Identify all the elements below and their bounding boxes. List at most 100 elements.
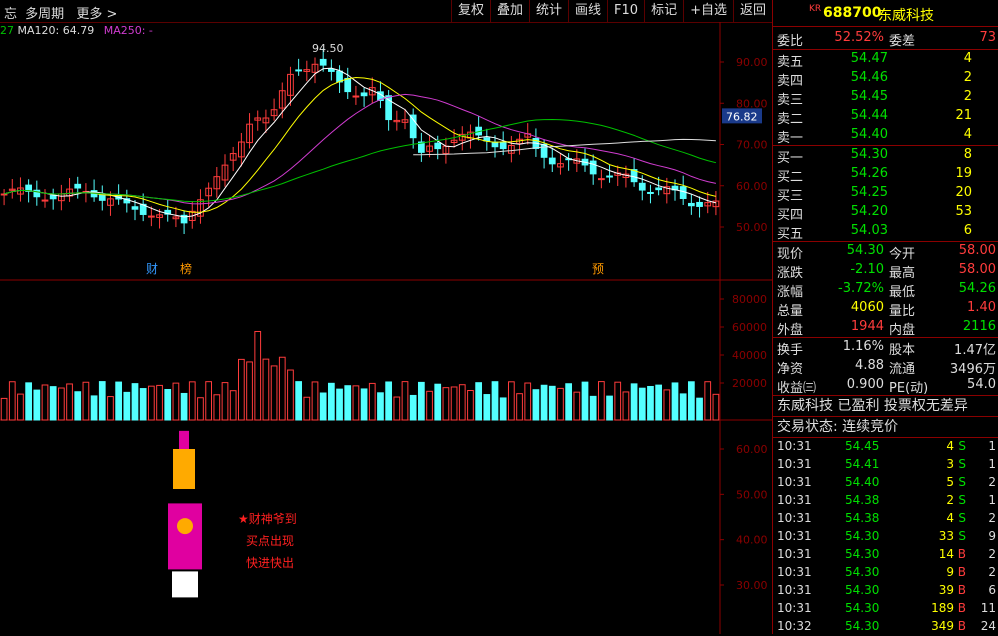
annotation-line-1: ★财神爷到 [238,512,297,526]
volume-bar [98,381,106,421]
candle-body [409,114,417,139]
multi-period-button[interactable]: 多周期 [25,7,64,22]
bid-row[interactable]: 买二 54.26 19 [773,165,998,185]
bid-row[interactable]: 买四 54.20 53 [773,203,998,223]
kline-chart-svg[interactable]: 90.00 80.00 70.00 60.00 50.00 76.82 80000 60000… [0,22,772,634]
stock-title: KR 688700 东威科技 [773,0,998,27]
tick-time: 10:31 [777,511,812,525]
volume-bar [41,384,49,421]
mark-button[interactable]: 标记 [644,0,683,22]
volume-bar [679,393,687,421]
tick-count: 2 [988,565,996,579]
toolbar-left: 忘 多周期 更多 > [4,3,125,22]
tick-list[interactable]: 10:31 54.45 4 S 1 10:31 54.41 3 S 1 10:31 54.40 5 S 2 1… [773,438,998,636]
volume-bar [180,392,188,421]
bid-row[interactable]: 买一 54.30 8 [773,146,998,166]
ask-row[interactable]: 卖一 54.40 4 [773,126,998,146]
price-tick-label: 60.00 [736,180,768,193]
tick-volume: 39 [938,583,954,597]
peak-price-label: 94.50 [312,42,344,55]
quote-value: 58.00 [958,262,996,277]
volume-bar [614,381,622,421]
statistics-button[interactable]: 统计 [529,0,568,22]
toolbar-stub[interactable]: 忘 [4,7,17,22]
tick-volume: 33 [938,529,954,543]
bid-row[interactable]: 买三 54.25 20 [773,184,998,204]
tick-count: 2 [988,547,996,561]
add-watchlist-button[interactable]: +自选 [683,0,733,22]
volume-bar [638,387,646,421]
fundamental-value: 54.0 [967,377,996,392]
price-tick-label: 80.00 [736,97,768,110]
ask-row[interactable]: 卖五 54.47 4 [773,50,998,70]
quote-value: 4060 [850,300,884,315]
more-button[interactable]: 更多 > [76,7,117,22]
volume-bar [704,381,712,421]
bid-book: 买一 54.30 8 买二 54.26 19 买三 54.25 20 买四 54.20 53 买五 54.… [773,146,998,242]
kline-chart-area[interactable]: 90.00 80.00 70.00 60.00 50.00 76.82 80000 60000… [0,22,772,634]
ask-price: 54.45 [850,89,888,104]
fundamental-value: 1.16% [842,339,884,354]
bid-label: 买四 [777,208,804,223]
ask-label: 卖四 [777,74,804,89]
tick-volume: 4 [946,439,954,453]
tick-time: 10:31 [777,457,812,471]
market-badge: KR [809,4,822,14]
volume-bar [377,392,384,421]
volume-bar [581,381,589,421]
weibi-value: 52.52% [834,30,884,45]
tick-count: 11 [980,601,996,615]
tick-row: 10:31 54.45 4 S 1 [773,438,998,456]
volume-bar [0,397,8,421]
restore-rights-button[interactable]: 复权 [450,0,490,22]
bid-price: 54.20 [850,204,888,219]
draw-line-button[interactable]: 画线 [568,0,607,22]
tick-row: 10:31 54.38 4 S 2 [773,510,998,528]
quote-row: 总量 4060 量比 1.40 [773,299,998,319]
candle-body [344,77,352,93]
volume-bar [25,382,33,421]
fundamental-value: 4.88 [855,358,884,373]
chart-toolbar: 忘 多周期 更多 > 复权 叠加 统计 画线 F10 标记 +自选 返回 [0,0,772,23]
ask-volume: 2 [963,70,972,85]
candle-body [598,178,605,181]
bid-row[interactable]: 买五 54.03 6 [773,222,998,242]
volume-bar [49,386,57,421]
candle-body [49,194,57,200]
quote-label: 量比 [889,304,916,319]
volume-bar [197,397,204,421]
quote-label: 总量 [777,304,804,319]
overlay-button[interactable]: 叠加 [489,0,529,22]
ask-label: 卖五 [777,55,804,70]
volume-bar [671,382,679,421]
volume-bar [458,384,466,421]
quote-label: 涨幅 [777,285,804,300]
volume-bar [131,383,139,421]
f10-button[interactable]: F10 [607,0,644,22]
quote-panel: KR 688700 东威科技 委比 52.52% 委差 73 卖五 54.47 4 卖… [773,0,998,634]
event-marker: 财 [146,262,158,276]
tick-time: 10:31 [777,529,812,543]
back-button[interactable]: 返回 [732,0,772,22]
annotation-line-2: 买点出现 [246,534,295,548]
ask-volume: 4 [963,51,972,66]
bid-volume: 19 [955,166,972,181]
ma20-line [3,93,717,205]
candle-body [655,187,662,191]
volume-bar [303,396,311,421]
volume-bar [164,389,172,421]
ask-price: 54.44 [850,108,888,123]
volume-tick-label: 40000 [732,349,767,362]
tick-time: 10:32 [777,619,812,633]
quote-row: 涨跌 -2.10 最高 58.00 [773,261,998,281]
ask-row[interactable]: 卖四 54.46 2 [773,69,998,89]
volume-bar [213,394,221,421]
volume-bar [524,382,532,421]
ask-row[interactable]: 卖二 54.44 21 [773,107,998,127]
volume-bar [278,356,286,421]
tick-row: 10:31 54.41 3 S 1 [773,456,998,474]
volume-bar [622,391,630,421]
ask-row[interactable]: 卖三 54.45 2 [773,88,998,108]
tick-side: S [958,511,966,525]
tick-side: S [958,529,966,543]
